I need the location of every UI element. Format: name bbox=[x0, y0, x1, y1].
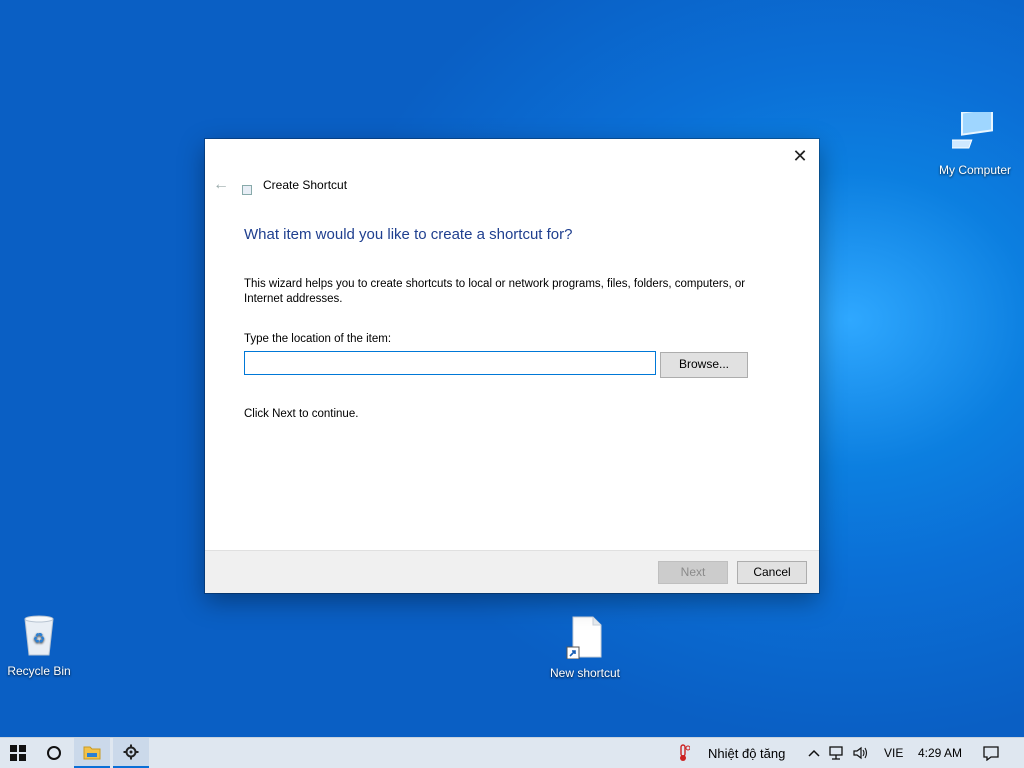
volume-button[interactable] bbox=[850, 738, 872, 768]
folder-icon bbox=[83, 746, 101, 760]
wizard-description: This wizard helps you to create shortcut… bbox=[244, 278, 746, 305]
taskbar-settings[interactable] bbox=[113, 738, 149, 768]
thermometer-icon bbox=[680, 744, 690, 761]
location-label: Type the location of the item: bbox=[244, 333, 392, 345]
close-button[interactable]: ✕ bbox=[789, 145, 811, 167]
search-button[interactable] bbox=[36, 738, 72, 768]
desktop-icon-label: My Computer bbox=[938, 163, 1012, 177]
shortcut-wizard-icon bbox=[242, 185, 252, 195]
back-arrow-icon[interactable]: ← bbox=[213, 176, 229, 194]
notification-icon bbox=[983, 746, 999, 761]
chevron-up-icon bbox=[808, 749, 820, 757]
taskbar: Nhiệt độ tăng VIE 4:29 AM bbox=[0, 737, 1024, 768]
windows-logo-icon bbox=[10, 745, 26, 761]
show-hidden-icons-button[interactable] bbox=[804, 738, 824, 768]
wizard-heading: What item would you like to create a sho… bbox=[244, 226, 573, 243]
speaker-icon bbox=[853, 746, 868, 760]
create-shortcut-dialog: ✕ ← Create Shortcut What item would you … bbox=[205, 139, 819, 593]
cancel-button[interactable]: Cancel bbox=[737, 561, 807, 584]
next-button[interactable]: Next bbox=[658, 561, 728, 584]
gear-icon bbox=[123, 744, 139, 760]
dialog-title: Create Shortcut bbox=[263, 178, 348, 192]
desktop-icon-new-shortcut[interactable]: New shortcut bbox=[540, 615, 630, 680]
dialog-footer: Next Cancel bbox=[205, 550, 819, 593]
browse-button[interactable]: Browse... bbox=[660, 352, 748, 378]
cortana-circle-icon bbox=[47, 746, 61, 760]
desktop-icon-label: Recycle Bin bbox=[7, 664, 71, 678]
weather-text: Nhiệt độ tăng bbox=[708, 745, 786, 761]
recycle-bin-icon: ♻ bbox=[0, 613, 84, 660]
weather-widget[interactable]: Nhiệt độ tăng bbox=[676, 738, 796, 768]
network-button[interactable] bbox=[826, 738, 848, 768]
language-indicator[interactable]: VIE bbox=[884, 746, 903, 760]
desktop-icon-recycle-bin[interactable]: ♻ Recycle Bin bbox=[0, 613, 84, 678]
location-input[interactable] bbox=[244, 351, 656, 375]
start-button[interactable] bbox=[0, 738, 36, 768]
clock[interactable]: 4:29 AM bbox=[918, 746, 962, 760]
desktop-icon-label: New shortcut bbox=[549, 666, 621, 680]
action-center-button[interactable] bbox=[976, 738, 1006, 768]
desktop-icon-my-computer[interactable]: My Computer bbox=[930, 107, 1020, 177]
shortcut-file-icon bbox=[540, 615, 630, 662]
continue-instruction: Click Next to continue. bbox=[244, 408, 359, 420]
taskbar-file-explorer[interactable] bbox=[74, 738, 110, 768]
svg-text:♻: ♻ bbox=[33, 631, 46, 647]
computer-icon bbox=[930, 107, 1020, 159]
network-icon bbox=[829, 746, 843, 760]
